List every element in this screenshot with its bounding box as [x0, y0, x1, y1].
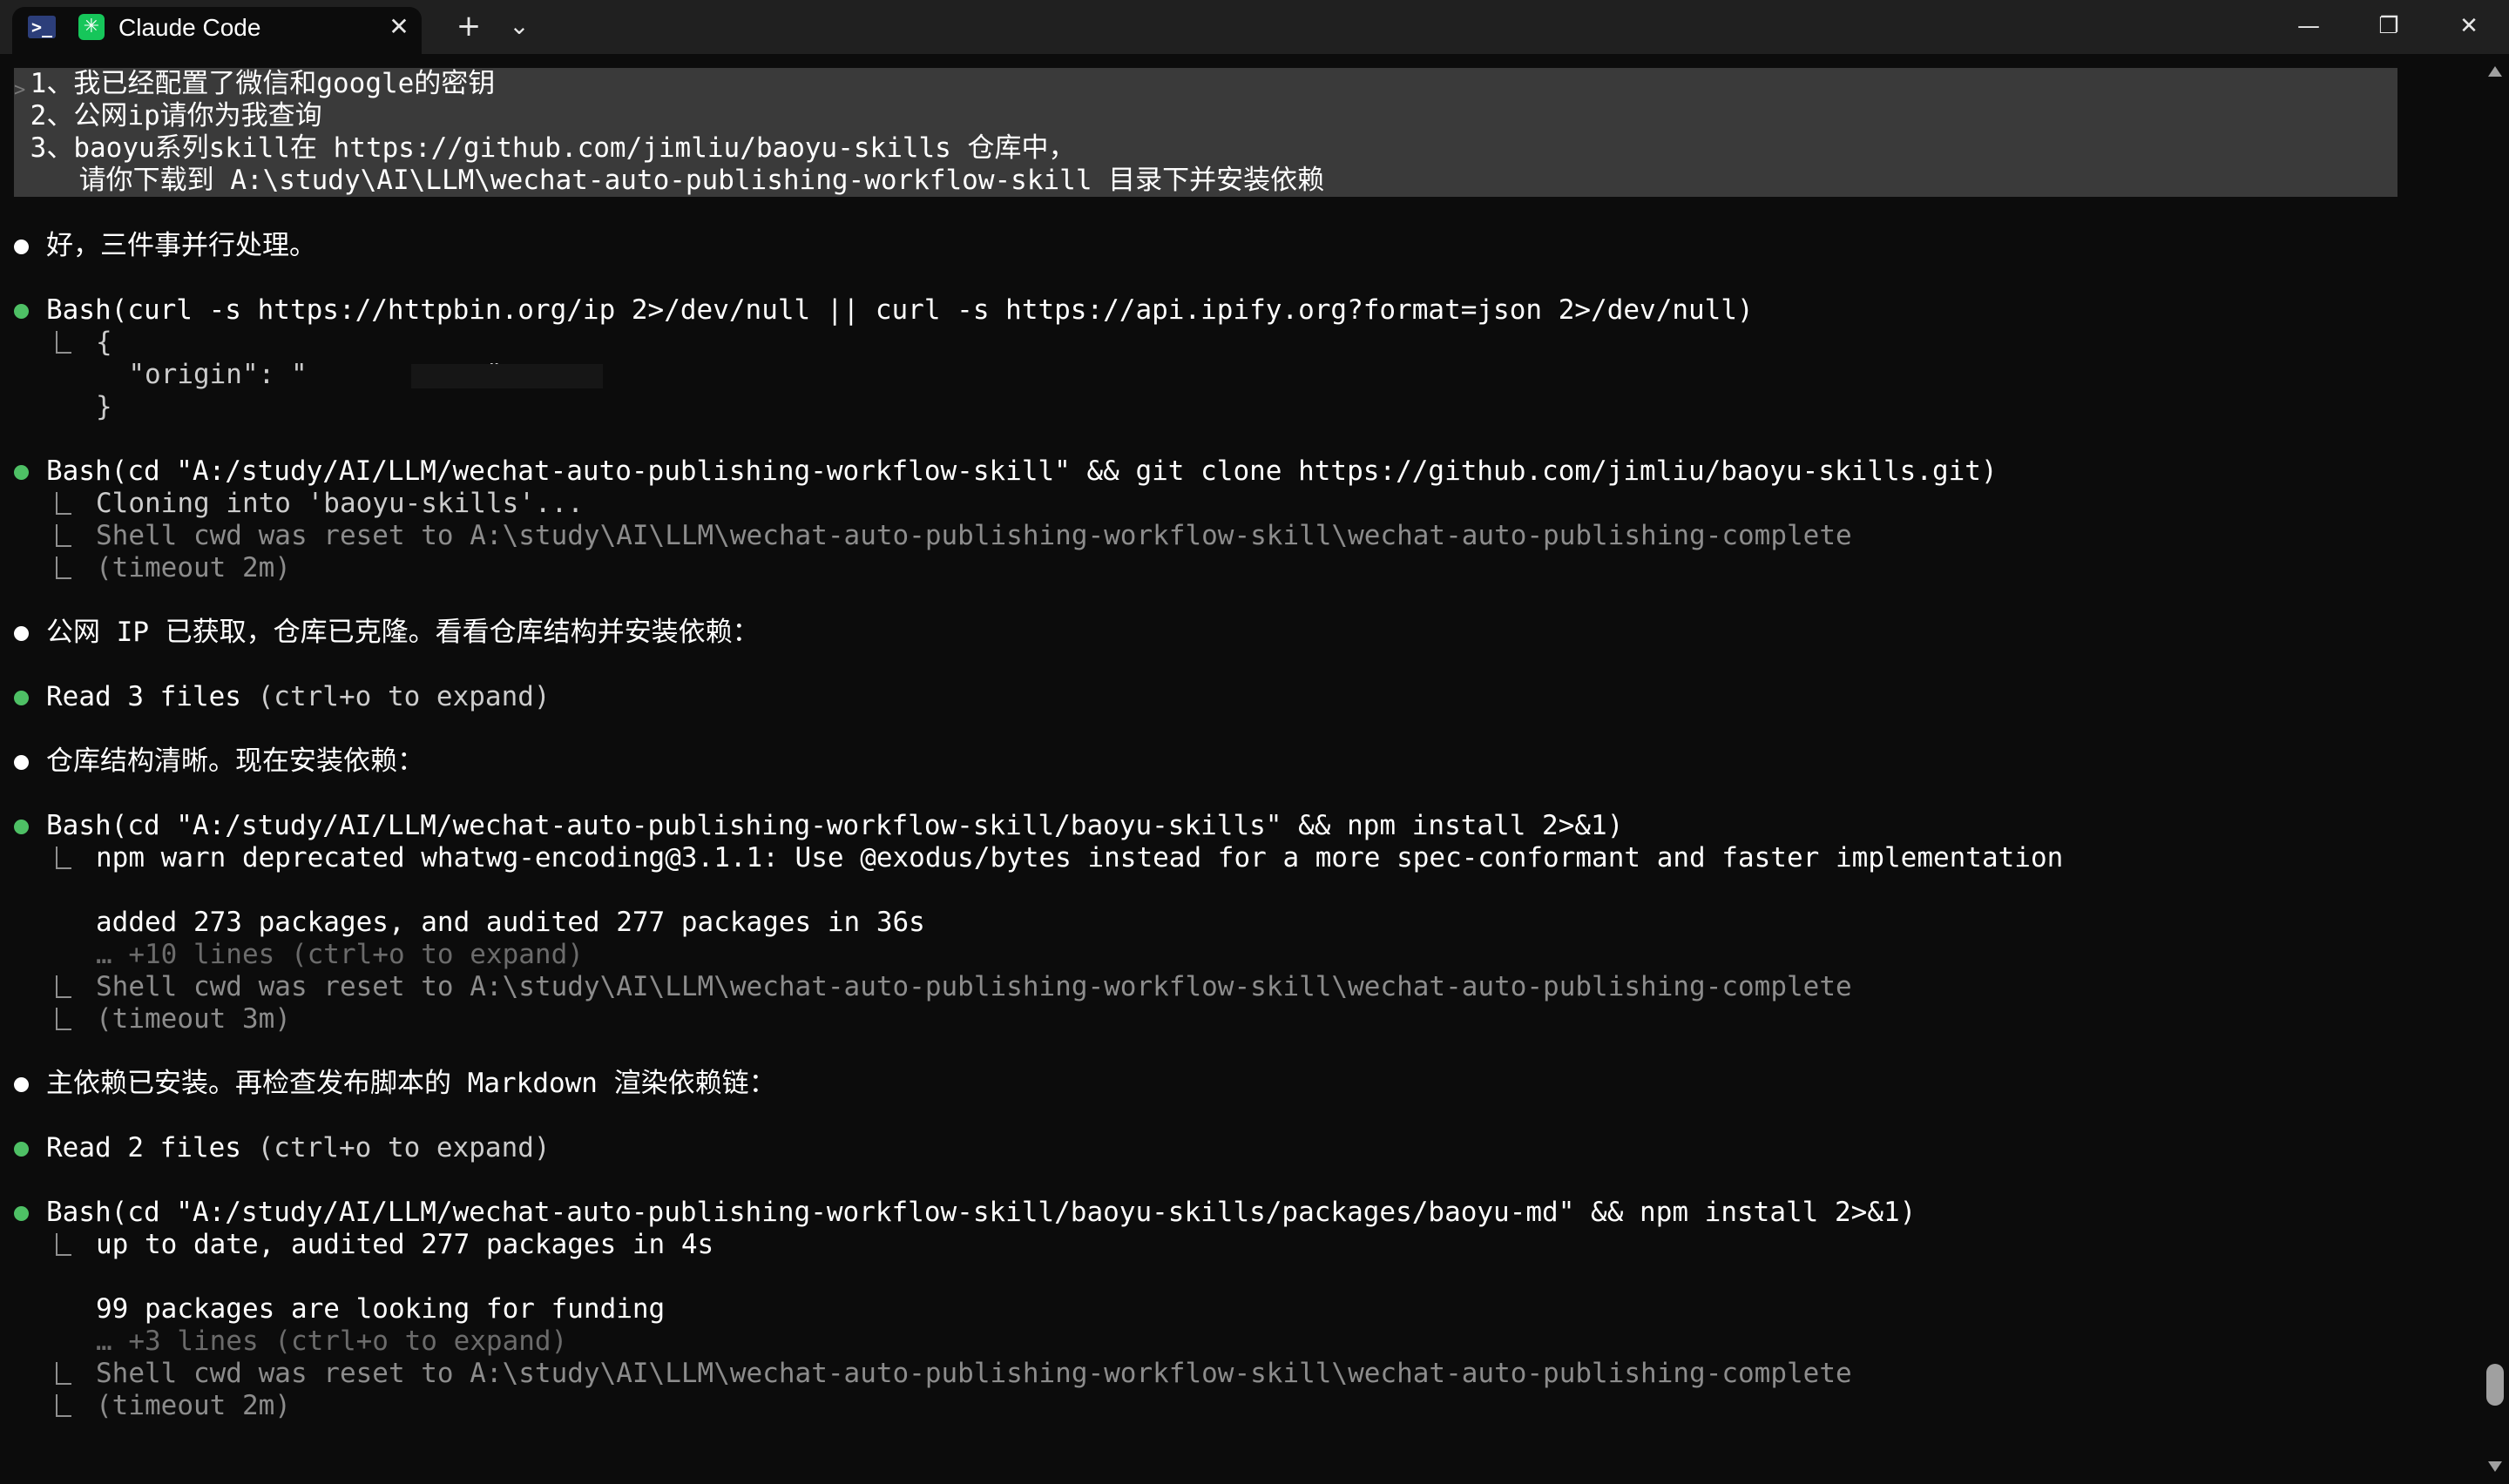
collapsed-lines[interactable]: … +10 lines (ctrl+o to expand): [96, 939, 584, 971]
tool-call[interactable]: Read 2 files (ctrl+o to expand): [46, 1132, 551, 1164]
tool-bullet: [14, 1142, 29, 1157]
powershell-icon: >_: [28, 16, 56, 38]
output-connector: [56, 331, 71, 354]
message-bullet: [14, 755, 29, 770]
output-connector: [56, 556, 71, 579]
tool-name: Bash: [46, 810, 112, 841]
tool-bullet: [14, 691, 29, 705]
tool-output: added 273 packages, and audited 277 pack…: [96, 907, 925, 938]
tool-output: Cloning into 'baoyu-skills'...: [96, 488, 584, 519]
tool-args: (cd "A:/study/AI/LLM/wechat-auto-publish…: [111, 455, 1998, 487]
tool-call: Bash(cd "A:/study/AI/LLM/wechat-auto-pub…: [46, 810, 1623, 842]
assistant-message: 主依赖已安装。再检查发布脚本的 Markdown 渲染依赖链：: [46, 1068, 776, 1099]
expand-hint: (ctrl+o to expand): [240, 1132, 551, 1164]
tab-close-icon[interactable]: ✕: [382, 10, 416, 45]
tool-output: npm warn deprecated whatwg-encoding@3.1.…: [96, 842, 2064, 874]
output-connector: [56, 847, 71, 869]
prompt-line: 3、baoyu系列skill在 https://github.com/jimli…: [14, 132, 1076, 164]
tool-bullet: [14, 1206, 29, 1221]
tool-name: Bash: [46, 294, 112, 326]
minimize-button[interactable]: —: [2269, 0, 2349, 54]
scroll-down-arrow-icon[interactable]: [2488, 1461, 2502, 1472]
tool-output: }: [96, 391, 112, 422]
tab-claude-code[interactable]: >_ ✳ Claude Code ✕: [12, 7, 422, 54]
prompt-line: 请你下载到 A:\study\AI\LLM\wechat-auto-publis…: [14, 165, 1325, 196]
tool-output: Shell cwd was reset to A:\study\AI\LLM\w…: [96, 1358, 1852, 1389]
tool-output: {: [96, 327, 112, 358]
scrollbar-thumb[interactable]: [2486, 1364, 2504, 1406]
tool-output: (timeout 3m): [96, 1003, 291, 1035]
tool-output: "origin": " ": [96, 359, 603, 391]
output-connector: [56, 975, 71, 998]
prompt-line: 1、我已经配置了微信和google的密钥: [14, 68, 496, 99]
message-bullet: [14, 626, 29, 641]
assistant-message: 仓库结构清晰。现在安装依赖：: [46, 745, 424, 777]
scroll-up-arrow-icon[interactable]: [2488, 66, 2502, 77]
tool-output: Shell cwd was reset to A:\study\AI\LLM\w…: [96, 520, 1852, 551]
tool-name: Read 3 files: [46, 681, 241, 712]
assistant-message: 好，三件事并行处理。: [46, 230, 316, 261]
tool-bullet: [14, 820, 29, 834]
tool-bullet: [14, 304, 29, 319]
claude-code-icon: ✳: [78, 14, 105, 40]
terminal-output[interactable]: > 1、我已经配置了微信和google的密钥 2、公网ip请你为我查询 3、ba…: [0, 54, 2481, 1484]
tool-call: Bash(curl -s https://httpbin.org/ip 2>/d…: [46, 294, 1754, 327]
tool-args: (curl -s https://httpbin.org/ip 2>/dev/n…: [111, 294, 1754, 326]
assistant-message: 公网 IP 已获取，仓库已克隆。看看仓库结构并安装依赖：: [46, 617, 760, 648]
tool-output: 99 packages are looking for funding: [96, 1293, 666, 1325]
tool-call[interactable]: Read 3 files (ctrl+o to expand): [46, 681, 551, 713]
prompt-line: 2、公网ip请你为我查询: [14, 100, 322, 132]
output-connector: [56, 1233, 71, 1256]
vertical-scrollbar[interactable]: [2481, 54, 2509, 1484]
output-connector: [56, 492, 71, 515]
tool-args: (cd "A:/study/AI/LLM/wechat-auto-publish…: [111, 810, 1624, 841]
tool-name: Bash: [46, 1197, 112, 1228]
tool-name: Read 2 files: [46, 1132, 241, 1164]
tool-call: Bash(cd "A:/study/AI/LLM/wechat-auto-pub…: [46, 455, 1998, 488]
tab-title: Claude Code: [118, 14, 261, 41]
powershell-glyph: >_: [31, 17, 53, 37]
new-tab-button[interactable]: +: [448, 5, 490, 49]
output-connector: [56, 1008, 71, 1030]
redacted-ip: [411, 364, 603, 388]
expand-hint: (ctrl+o to expand): [240, 681, 551, 712]
tab-dropdown-button[interactable]: ⌄: [502, 5, 537, 49]
tool-output: (timeout 2m): [96, 1390, 291, 1421]
tool-bullet: [14, 465, 29, 480]
message-bullet: [14, 1077, 29, 1092]
tool-output: Shell cwd was reset to A:\study\AI\LLM\w…: [96, 971, 1852, 1002]
message-bullet: [14, 239, 29, 254]
tool-call: Bash(cd "A:/study/AI/LLM/wechat-auto-pub…: [46, 1197, 1916, 1229]
tool-output: (timeout 2m): [96, 552, 291, 583]
collapsed-lines[interactable]: … +3 lines (ctrl+o to expand): [96, 1325, 567, 1358]
output-connector: [56, 1394, 71, 1417]
tool-name: Bash: [46, 455, 112, 487]
output-connector: [56, 524, 71, 547]
close-button[interactable]: ✕: [2429, 0, 2509, 54]
title-bar: >_ ✳ Claude Code ✕ + ⌄ — ❐ ✕: [0, 0, 2509, 54]
tool-args: (cd "A:/study/AI/LLM/wechat-auto-publish…: [111, 1197, 1917, 1228]
tool-output: up to date, audited 277 packages in 4s: [96, 1229, 714, 1260]
maximize-button[interactable]: ❐: [2349, 0, 2429, 54]
output-connector: [56, 1362, 71, 1385]
